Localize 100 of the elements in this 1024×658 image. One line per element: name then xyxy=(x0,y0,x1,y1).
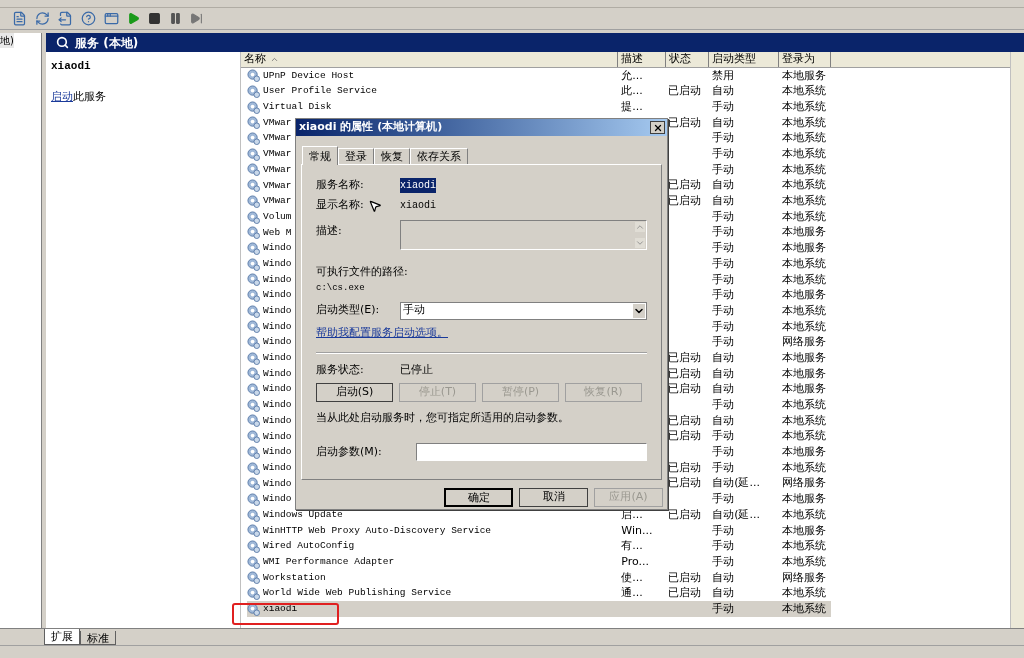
table-cell: 手动 xyxy=(712,539,735,553)
table-cell: 本地系统 xyxy=(782,398,827,412)
service-name: Windo xyxy=(263,288,292,303)
table-cell: 本地系统 xyxy=(782,460,827,474)
table-cell: 本地系统 xyxy=(782,256,827,270)
field-label: 服务状态: xyxy=(316,362,365,379)
table-cell: 本地系统 xyxy=(782,209,827,223)
table-cell: 自动 xyxy=(712,570,735,584)
table-cell: 本地服务 xyxy=(782,225,827,239)
service-name: Windo xyxy=(263,335,292,350)
table-cell: 自动 xyxy=(712,366,735,380)
service-name: VMwar xyxy=(263,115,292,130)
table-cell: 本地系统 xyxy=(782,319,827,333)
table-cell: Win... xyxy=(621,523,653,537)
table-cell: 本地系统 xyxy=(782,507,827,521)
table-cell: 此... xyxy=(621,84,643,98)
table-cell: 本地服务 xyxy=(782,68,827,82)
service-name: Windo xyxy=(263,492,292,507)
table-cell: 本地系统 xyxy=(782,178,827,192)
table-cell: 已启动 xyxy=(668,570,702,584)
service-name: World Wide Web Publishing Service xyxy=(263,586,452,601)
service-name: Windo xyxy=(263,445,292,460)
table-cell: 本地系统 xyxy=(782,586,827,600)
table-cell: 自动 xyxy=(712,586,735,600)
table-cell: 已启动 xyxy=(668,115,702,129)
table-cell: 手动 xyxy=(712,554,735,568)
table-cell: 自动 xyxy=(712,115,735,129)
service-name: VMwar xyxy=(263,194,292,209)
table-cell: 手动 xyxy=(712,256,735,270)
field-label: 描述: xyxy=(316,223,343,239)
table-cell: 本地系统 xyxy=(782,194,827,208)
service-name: Windo xyxy=(263,429,292,444)
table-cell: 手动 xyxy=(712,209,735,223)
table-cell: 本地系统 xyxy=(782,131,827,145)
table-cell: 手动 xyxy=(712,272,735,286)
field-label: 启动参数(M): xyxy=(316,443,383,460)
table-cell: 手动 xyxy=(712,601,735,615)
table-cell: 自动 xyxy=(712,194,735,208)
table-cell: 本地系统 xyxy=(782,601,827,615)
table-cell: 本地服务 xyxy=(782,445,827,459)
table-cell: 禁用 xyxy=(712,68,735,82)
service-name: VMwar xyxy=(263,131,292,146)
table-cell: 网络服务 xyxy=(782,476,827,490)
service-name: Windo xyxy=(263,319,292,334)
table-cell: 已启动 xyxy=(668,382,702,396)
table-cell: 已启动 xyxy=(668,366,702,380)
table-cell: 本地系统 xyxy=(782,539,827,553)
table-cell: 手动 xyxy=(712,523,735,537)
service-name: Virtual Disk xyxy=(263,100,332,115)
table-cell: 手动 xyxy=(712,319,735,333)
table-cell: 手动 xyxy=(712,335,735,349)
table-cell: 自动 xyxy=(712,178,735,192)
table-cell: 已启动 xyxy=(668,460,702,474)
table-cell: 本地系统 xyxy=(782,413,827,427)
field-label: 可执行文件的路径: xyxy=(316,264,409,280)
table-cell: 手动 xyxy=(712,429,735,443)
table-cell: 自动 xyxy=(712,84,735,98)
table-cell: 手动 xyxy=(712,492,735,506)
service-status-value: 已停止 xyxy=(400,362,433,379)
table-cell: 本地服务 xyxy=(782,288,827,302)
service-name: Windo xyxy=(263,476,292,491)
table-cell: 本地服务 xyxy=(782,350,827,364)
service-name: Windo xyxy=(263,351,292,366)
service-name: WinHTTP Web Proxy Auto-Discovery Service xyxy=(263,523,492,538)
service-name: Windo xyxy=(263,304,292,319)
table-cell: 已启动 xyxy=(668,178,702,192)
table-cell: 手动 xyxy=(712,147,735,161)
service-name: Windo xyxy=(263,460,292,475)
table-cell: 本地服务 xyxy=(782,241,827,255)
service-name: VMwar xyxy=(263,147,292,162)
field-label: 显示名称: xyxy=(316,197,364,211)
table-cell: 已启动 xyxy=(668,429,702,443)
table-cell: 提... xyxy=(621,99,643,113)
table-cell: 手动 xyxy=(712,131,735,145)
service-name: Windo xyxy=(263,366,292,381)
service-name: UPnP Device Host xyxy=(263,68,355,83)
panel-title: 服务 (本地) xyxy=(75,34,139,52)
service-name: Web M xyxy=(263,225,292,240)
table-cell: 本地系统 xyxy=(782,303,827,317)
service-name: Workstation xyxy=(263,570,326,585)
table-cell: 本地系统 xyxy=(782,115,827,129)
table-cell: 手动 xyxy=(712,445,735,459)
service-name: xiaodi xyxy=(263,602,298,617)
table-cell: 手动 xyxy=(712,241,735,255)
table-cell: 已启动 xyxy=(668,84,702,98)
table-cell: 本地服务 xyxy=(782,382,827,396)
service-name: Windo xyxy=(263,382,292,397)
table-cell: 手动 xyxy=(712,225,735,239)
table-cell: 使... xyxy=(621,570,643,584)
field-label: 启动类型(E): xyxy=(316,302,381,319)
service-name: Windo xyxy=(263,272,292,287)
table-cell: 已启动 xyxy=(668,194,702,208)
table-cell: 自动 xyxy=(712,413,735,427)
service-name: Windo xyxy=(263,256,292,271)
table-cell: 手动 xyxy=(712,288,735,302)
hint-text: 当从此处启动服务时，您可指定所适用的启动参数。 xyxy=(316,409,570,426)
service-name: Windo xyxy=(263,413,292,428)
table-cell: 本地系统 xyxy=(782,162,827,176)
table-cell: 本地系统 xyxy=(782,84,827,98)
service-name: Windows Update xyxy=(263,507,343,522)
